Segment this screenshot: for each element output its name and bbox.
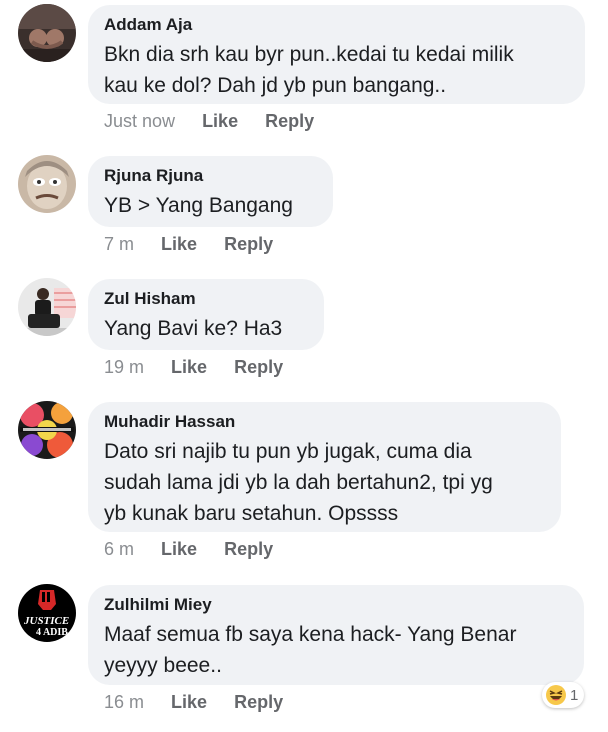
comment-author[interactable]: Addam Aja bbox=[104, 14, 567, 36]
comment-text: Bkn dia srh kau byr pun..kedai tu kedai … bbox=[104, 39, 567, 101]
comment-author[interactable]: Zul Hisham bbox=[104, 288, 306, 310]
avatar-text-line: 4 ADIB bbox=[36, 627, 68, 638]
avatar[interactable] bbox=[18, 155, 76, 213]
comment-text: Yang Bavi ke? Ha3 bbox=[104, 313, 306, 344]
avatar-image bbox=[18, 278, 76, 336]
comment-bubble: Muhadir Hassan Dato sri najib tu pun yb … bbox=[88, 402, 561, 532]
comment-text-line: Yang Bavi ke? Ha3 bbox=[104, 317, 283, 340]
comment-author[interactable]: Zulhilmi Miey bbox=[104, 594, 566, 616]
comment-actions: 6 m Like Reply bbox=[104, 539, 295, 560]
like-button[interactable]: Like bbox=[161, 234, 197, 255]
comment-bubble: Rjuna Rjuna YB > Yang Bangang bbox=[88, 156, 333, 227]
comment-text-line: sudah lama jdi yb la dah bertahun2, tpi … bbox=[104, 471, 493, 494]
comment-author[interactable]: Muhadir Hassan bbox=[104, 411, 543, 433]
reply-button[interactable]: Reply bbox=[224, 234, 273, 255]
comment-text-line: yb kunak baru setahun. Opssss bbox=[104, 502, 399, 525]
reply-button[interactable]: Reply bbox=[265, 111, 314, 132]
comment-text: Dato sri najib tu pun yb jugak, cuma dia… bbox=[104, 436, 543, 529]
reply-button[interactable]: Reply bbox=[234, 357, 283, 378]
like-button[interactable]: Like bbox=[171, 692, 207, 713]
comment-text-line: kau ke dol? Dah jd yb pun bangang.. bbox=[104, 74, 447, 97]
comment-author[interactable]: Rjuna Rjuna bbox=[104, 165, 315, 187]
avatar-image: JUSTICE 4 ADIB bbox=[18, 584, 76, 642]
comment-timestamp[interactable]: Just now bbox=[104, 111, 175, 132]
comment-bubble: Zulhilmi Miey Maaf semua fb saya kena ha… bbox=[88, 585, 584, 685]
comment-timestamp[interactable]: 16 m bbox=[104, 692, 144, 713]
avatar[interactable] bbox=[18, 278, 76, 336]
reply-button[interactable]: Reply bbox=[224, 539, 273, 560]
comment-text-line: Maaf semua fb saya kena hack- Yang Benar bbox=[104, 623, 517, 646]
comment-text-line: Bkn dia srh kau byr pun..kedai tu kedai … bbox=[104, 43, 514, 66]
avatar-image bbox=[18, 401, 76, 459]
reaction-summary[interactable]: 1 bbox=[542, 682, 585, 708]
comment-timestamp[interactable]: 7 m bbox=[104, 234, 134, 255]
comment-text: Maaf semua fb saya kena hack- Yang Benar… bbox=[104, 619, 566, 681]
comment-bubble: Zul Hisham Yang Bavi ke? Ha3 bbox=[88, 279, 324, 350]
avatar[interactable]: JUSTICE 4 ADIB bbox=[18, 584, 76, 642]
like-button[interactable]: Like bbox=[161, 539, 197, 560]
comment-text-line: YB > Yang Bangang bbox=[104, 194, 293, 217]
comment-text-line: Dato sri najib tu pun yb jugak, cuma dia bbox=[104, 440, 472, 463]
comment-actions: Just now Like Reply bbox=[104, 111, 336, 132]
reply-button[interactable]: Reply bbox=[234, 692, 283, 713]
avatar-text-line: JUSTICE bbox=[23, 615, 69, 627]
like-button[interactable]: Like bbox=[202, 111, 238, 132]
avatar-image bbox=[18, 155, 76, 213]
avatar-image bbox=[18, 4, 76, 62]
like-button[interactable]: Like bbox=[171, 357, 207, 378]
avatar[interactable] bbox=[18, 401, 76, 459]
comment-bubble: Addam Aja Bkn dia srh kau byr pun..kedai… bbox=[88, 5, 585, 104]
comment-text: YB > Yang Bangang bbox=[104, 190, 315, 221]
comment-text-line: yeyyy beee.. bbox=[104, 654, 222, 677]
avatar[interactable] bbox=[18, 4, 76, 62]
comment-actions: 7 m Like Reply bbox=[104, 234, 295, 255]
comment-actions: 16 m Like Reply bbox=[104, 692, 305, 713]
reaction-count: 1 bbox=[570, 686, 579, 704]
comment-timestamp[interactable]: 19 m bbox=[104, 357, 144, 378]
comment-timestamp[interactable]: 6 m bbox=[104, 539, 134, 560]
comment-actions: 19 m Like Reply bbox=[104, 357, 305, 378]
laughing-emoji-icon bbox=[546, 685, 566, 705]
